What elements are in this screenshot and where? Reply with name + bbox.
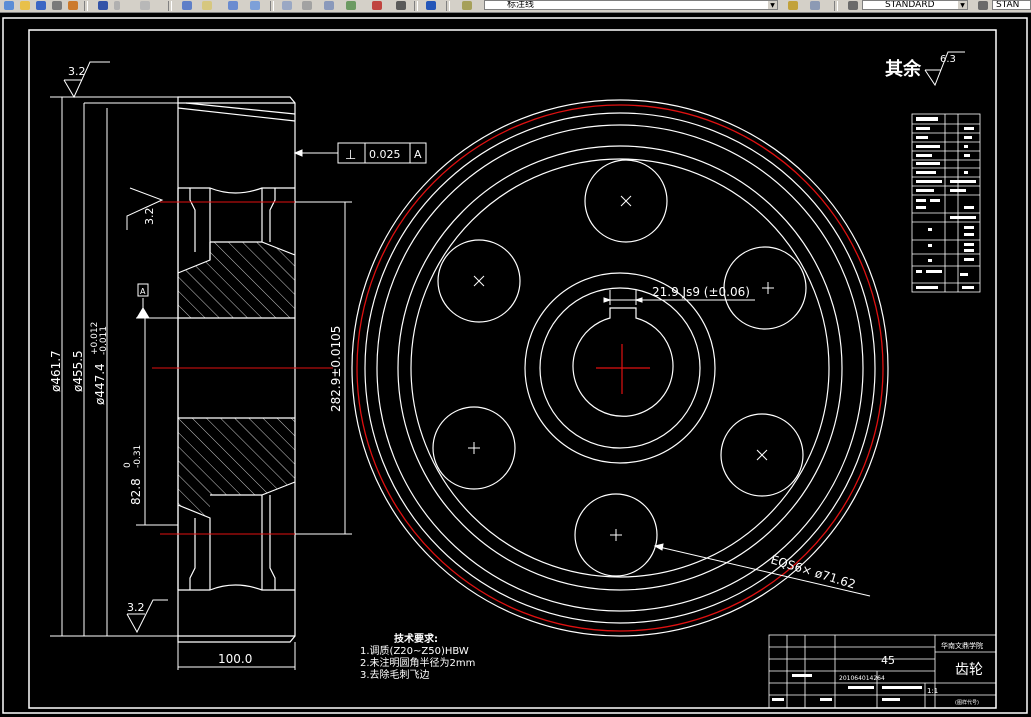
technical-requirements: 技术要求: 1.调质(Z20~Z50)HBW 2.未注明圆角半径为2mm 3.去… (360, 634, 475, 682)
dim-height-label: 282.9±0.0105 (329, 326, 343, 412)
dim-d3-label: ø447.4 (93, 363, 107, 405)
section-hatching (178, 242, 295, 518)
section-view (177, 96, 296, 643)
text-style-select[interactable]: STANDARD ▼ (862, 0, 968, 10)
dim-od-label: ø461.7 (49, 350, 63, 392)
tolerance-symbol: ⊥ (345, 148, 356, 163)
tolerance-value: 0.025 (369, 148, 401, 161)
print-icon[interactable] (50, 0, 64, 11)
bore-center-mark (596, 344, 650, 394)
holes-dim-label: EQS6× ø71.62 (769, 552, 857, 591)
chevron-down-icon[interactable]: ▼ (768, 1, 777, 9)
layer-previous-icon[interactable] (786, 0, 800, 11)
dim-82-tol-lower: -0.31 (133, 445, 143, 468)
sheet-set-icon[interactable] (344, 0, 358, 11)
keyway-dim-label: 21.9 Js9 (±0.06) (652, 285, 750, 299)
properties-icon[interactable] (280, 0, 294, 11)
layer-manager-icon[interactable] (460, 0, 474, 11)
tech-line-1: 1.调质(Z20~Z50)HBW (360, 646, 469, 657)
roughness-default-label: 其余 (885, 58, 922, 80)
new-file-icon[interactable] (2, 0, 16, 11)
title-part: 齿轮 (955, 662, 983, 678)
drawing-canvas[interactable]: 3.2 3.2 3.2 ø461.7 ø455.5 ø447.4 +0.012 … (0, 13, 1031, 717)
calculator-icon[interactable] (394, 0, 408, 11)
save-icon[interactable] (34, 0, 48, 11)
layer-select[interactable]: 标注线 ▼ (484, 0, 778, 10)
title-school: 华南文鼎学院 (941, 641, 983, 650)
title-scale: 1:1 (927, 687, 938, 695)
tech-title: 技术要求: (394, 634, 438, 645)
make-current-icon[interactable] (808, 0, 822, 11)
dim-width-label: 100.0 (218, 652, 252, 666)
title-code: 45 (881, 654, 895, 667)
chevron-down-icon[interactable]: ▼ (958, 1, 967, 9)
inner-frame (28, 29, 997, 709)
open-file-icon[interactable] (18, 0, 32, 11)
undo-icon[interactable] (96, 0, 110, 11)
help-icon[interactable] (424, 0, 438, 11)
title-note: (图样代号) (955, 699, 979, 706)
zoom-previous-icon[interactable] (248, 0, 262, 11)
redo-icon[interactable] (138, 0, 152, 11)
markup-icon[interactable] (370, 0, 384, 11)
zoom-realtime-icon[interactable] (200, 0, 214, 11)
tech-line-3: 3.去除毛刺飞边 (360, 670, 430, 681)
dim-d2-label: ø455.5 (71, 350, 85, 392)
tech-line-2: 2.未注明圆角半径为2mm (360, 658, 476, 669)
dim-82-tol-upper: 0 (123, 462, 133, 468)
dim-d3-tol-lower: -0.011 (99, 326, 109, 355)
param-table (911, 113, 981, 293)
holes-leader (653, 543, 871, 597)
tolerance-datum: A (414, 148, 422, 161)
param-table-fills (916, 117, 976, 289)
tool-palette-icon[interactable] (322, 0, 336, 11)
roughness-bottom-label: 3.2 (127, 601, 145, 614)
roughness-mid-label: 3.2 (143, 208, 156, 226)
dim-style-select[interactable]: STAN (992, 0, 1031, 10)
roughness-symbols (63, 51, 965, 634)
dim-82-label: 82.8 (129, 478, 143, 505)
title-number: 201064014264 (839, 675, 885, 682)
design-center-icon[interactable] (300, 0, 314, 11)
cad-toolbar: 标注线 ▼ STANDARD ▼ STAN (0, 0, 1031, 13)
dim-style-icon[interactable] (976, 0, 990, 11)
pan-icon[interactable] (180, 0, 194, 11)
text-style-icon[interactable] (846, 0, 860, 11)
dropdown-arrow-icon[interactable] (112, 0, 126, 11)
edit-icon[interactable] (66, 0, 80, 11)
zoom-window-icon[interactable] (226, 0, 240, 11)
roughness-default-value: 6.3 (940, 54, 956, 65)
datum-label: A (140, 287, 146, 296)
roughness-top-label: 3.2 (68, 65, 86, 78)
